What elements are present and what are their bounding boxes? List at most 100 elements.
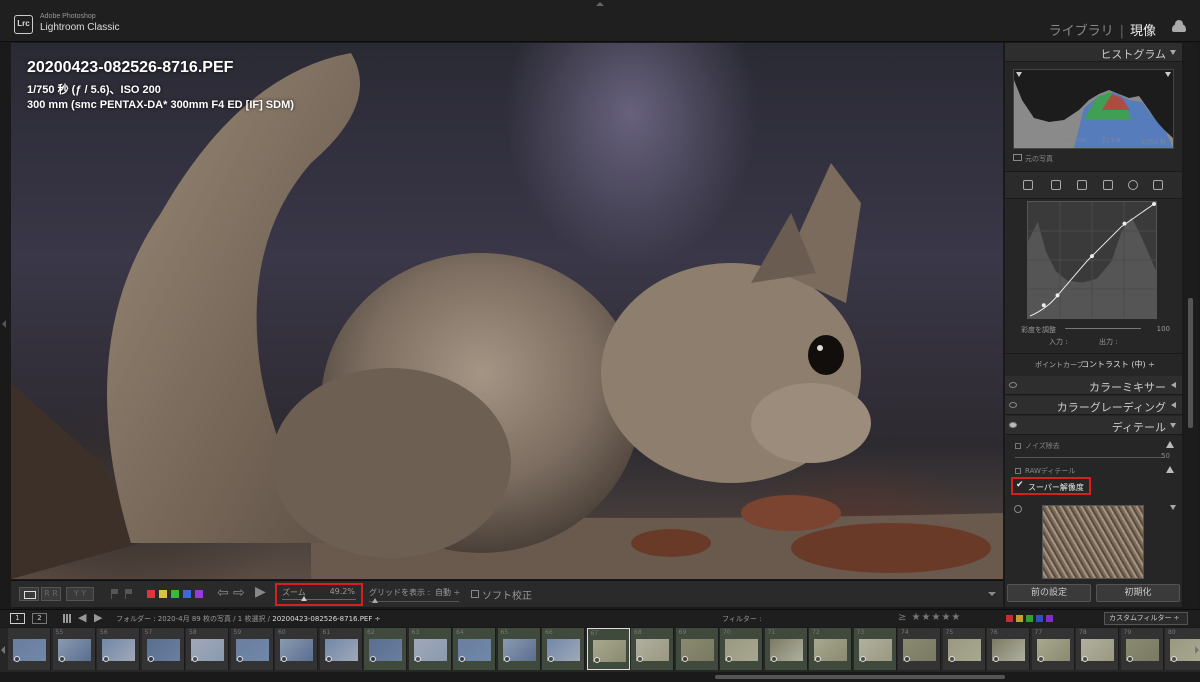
visibility-eye-icon[interactable]: [1009, 382, 1017, 388]
color-label-green[interactable]: [171, 590, 179, 598]
filmstrip-thumbnail[interactable]: [8, 628, 51, 670]
saturation-value[interactable]: 100: [1157, 325, 1170, 333]
edit-sliders-icon[interactable]: [1023, 180, 1033, 190]
forward-arrow-icon[interactable]: ▶: [94, 611, 102, 624]
crop-icon[interactable]: [1051, 180, 1061, 190]
filter-color-blue[interactable]: [1036, 615, 1043, 622]
grid-overlay-slider[interactable]: [369, 598, 459, 603]
filmstrip-thumbnail[interactable]: 58: [186, 628, 229, 670]
toolbar-menu-chevron-icon[interactable]: [988, 592, 996, 596]
filmstrip-left-icon[interactable]: [1, 646, 5, 654]
back-arrow-icon[interactable]: ◀: [78, 611, 86, 624]
window-tab-2[interactable]: 2: [32, 613, 47, 624]
presets-icon[interactable]: [1153, 180, 1163, 190]
scrollbar-thumb[interactable]: [1188, 298, 1193, 428]
filmstrip-thumbnail[interactable]: 73: [853, 628, 897, 670]
grid-overlay-select[interactable]: 自動 ÷: [435, 587, 460, 598]
saturation-slider[interactable]: [1065, 328, 1141, 329]
histogram-header[interactable]: ヒストグラム: [1005, 43, 1182, 62]
filmstrip-thumbnail[interactable]: 57: [141, 628, 185, 670]
filmstrip-thumbnail[interactable]: 64: [453, 628, 496, 670]
loupe-view-button[interactable]: [19, 587, 39, 601]
filmstrip-thumbnail[interactable]: 72: [809, 628, 852, 670]
filmstrip-thumbnail[interactable]: 65: [497, 628, 541, 670]
super-resolution-option[interactable]: ✔ スーパー解像度: [1011, 477, 1091, 495]
raw-detail-row[interactable]: RAWディテール: [1015, 466, 1075, 476]
filmstrip-thumbnail[interactable]: 76: [987, 628, 1030, 670]
filmstrip-thumbnail[interactable]: 66: [542, 628, 585, 670]
filmstrip-scroll-thumb[interactable]: [715, 675, 1005, 679]
target-adjust-icon[interactable]: [1014, 505, 1022, 513]
cloud-sync-icon[interactable]: [1172, 20, 1186, 32]
filmstrip-thumbnail[interactable]: 68: [631, 628, 674, 670]
current-file-select[interactable]: 20200423-082526-8716.PEF ÷: [272, 615, 380, 623]
filmstrip-thumbnail[interactable]: 62: [364, 628, 407, 670]
detail-preview-image[interactable]: [1042, 505, 1144, 579]
main-photo-view[interactable]: 20200423-082526-8716.PEF 1/750 秒 (ƒ / 5.…: [11, 43, 1003, 579]
folder-breadcrumb[interactable]: フォルダー : 2020-4月 89 枚の写真 / 1 枚選択 / 202004…: [116, 614, 380, 624]
pick-flag-icon[interactable]: [111, 589, 118, 599]
filmstrip-thumbnail[interactable]: 59: [230, 628, 274, 670]
filter-color-yellow[interactable]: [1016, 615, 1023, 622]
reject-flag-icon[interactable]: [125, 589, 132, 599]
slideshow-play-icon[interactable]: ▶: [255, 584, 266, 600]
grid-view-icon[interactable]: [63, 614, 72, 623]
reset-button[interactable]: 初期化: [1096, 584, 1180, 602]
filmstrip-thumbnail[interactable]: 67: [586, 628, 630, 670]
zoom-slider[interactable]: [282, 596, 356, 601]
healing-icon[interactable]: [1077, 180, 1087, 190]
filmstrip-thumbnail[interactable]: 79: [1120, 628, 1164, 670]
right-panel-scrollbar[interactable]: [1184, 43, 1198, 607]
filmstrip-thumbnail[interactable]: 75: [942, 628, 986, 670]
original-photo-toggle[interactable]: 元の写真: [1013, 154, 1053, 164]
before-after-button[interactable]: R R: [41, 587, 61, 601]
zoom-slider-thumb[interactable]: [301, 596, 308, 601]
previous-settings-button[interactable]: 前の設定: [1007, 584, 1091, 602]
module-develop[interactable]: 現像: [1130, 24, 1156, 39]
preview-collapse-icon[interactable]: [1170, 505, 1176, 510]
visibility-eye-icon[interactable]: [1009, 422, 1017, 428]
filmstrip-thumbnail[interactable]: 71: [764, 628, 808, 670]
noise-reduction-row[interactable]: ノイズ除去: [1015, 441, 1060, 451]
collapse-chevron-icon[interactable]: [1170, 50, 1176, 55]
filmstrip-right-icon[interactable]: [1195, 646, 1199, 654]
filter-color-red[interactable]: [1006, 615, 1013, 622]
filmstrip-thumbnail[interactable]: 61: [319, 628, 363, 670]
filmstrip-thumbnail[interactable]: 78: [1076, 628, 1119, 670]
filmstrip-thumbnail[interactable]: 69: [675, 628, 719, 670]
red-eye-icon[interactable]: [1103, 180, 1113, 190]
raw-detail-checkbox[interactable]: [1015, 468, 1021, 474]
left-panel-toggle-icon[interactable]: [2, 320, 6, 328]
masking-icon[interactable]: [1128, 180, 1138, 190]
filter-color-purple[interactable]: [1046, 615, 1053, 622]
visibility-eye-icon[interactable]: [1009, 402, 1017, 408]
filmstrip-thumbnail[interactable]: 63: [408, 628, 452, 670]
window-tab-1[interactable]: 1: [10, 613, 25, 624]
rating-filter[interactable]: ≥ ★★★★★: [898, 612, 961, 623]
filter-color-green[interactable]: [1026, 615, 1033, 622]
previous-photo-icon[interactable]: ⇦: [217, 585, 229, 601]
color-label-blue[interactable]: [183, 590, 191, 598]
tone-curve-graph[interactable]: [1027, 201, 1157, 319]
color-label-yellow[interactable]: [159, 590, 167, 598]
detail-header[interactable]: ディテール: [1005, 416, 1182, 435]
point-curve-select[interactable]: コントラスト (中) ÷: [1081, 359, 1155, 370]
module-library[interactable]: ライブラリ: [1049, 24, 1114, 39]
expand-chevron-icon[interactable]: [1171, 402, 1176, 408]
color-label-purple[interactable]: [195, 590, 203, 598]
filmstrip-scrollbar[interactable]: [0, 672, 1200, 682]
top-panel-toggle-icon[interactable]: [596, 2, 604, 6]
super-resolution-checkbox[interactable]: ✔: [1016, 480, 1024, 490]
custom-filter-select[interactable]: カスタムフィルター ÷: [1104, 612, 1188, 625]
filmstrip-thumbnail[interactable]: 56: [97, 628, 140, 670]
next-photo-icon[interactable]: ⇨: [233, 585, 245, 601]
filmstrip-thumbnail[interactable]: 70: [720, 628, 763, 670]
filmstrip-thumbnail[interactable]: 77: [1031, 628, 1075, 670]
color-grading-header[interactable]: カラーグレーディング: [1005, 396, 1182, 415]
filmstrip-thumbnail[interactable]: 55: [52, 628, 96, 670]
grid-slider-thumb[interactable]: [372, 598, 378, 603]
filmstrip-thumbnail[interactable]: 74: [898, 628, 941, 670]
color-mixer-header[interactable]: カラーミキサー: [1005, 376, 1182, 395]
noise-reduction-checkbox[interactable]: [1015, 443, 1021, 449]
collapse-chevron-icon[interactable]: [1170, 423, 1176, 428]
